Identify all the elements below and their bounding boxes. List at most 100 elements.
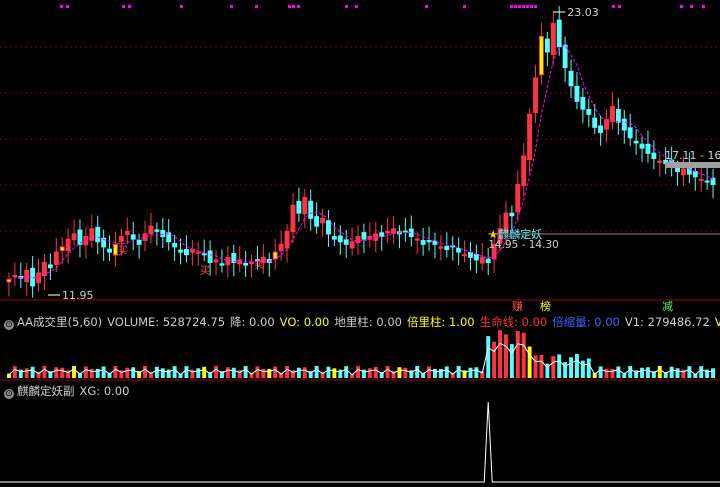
top-marker-dot — [345, 5, 348, 8]
volume-bar — [444, 366, 449, 378]
volume-bar — [569, 357, 573, 378]
candle-body — [627, 127, 633, 139]
volume-bar — [474, 367, 479, 378]
candle-body — [657, 160, 663, 163]
candle-body — [189, 249, 195, 253]
volume-bar — [628, 365, 633, 378]
volume-bar — [225, 367, 230, 378]
candle-body — [331, 236, 337, 240]
price-annotations: 23.0311.95★ 麒麟定妖14.95 - 14.3017.11 - 16赚榜… — [48, 6, 720, 313]
volume-bar — [586, 358, 591, 378]
top-marker-dot — [510, 5, 513, 8]
volume-bar — [669, 366, 674, 378]
volume-bar — [504, 334, 508, 378]
candle-body — [124, 230, 130, 235]
candlestick-series — [6, 6, 716, 298]
low-price-label: 11.95 — [62, 289, 94, 302]
candle-body — [278, 243, 284, 252]
candle-body — [509, 212, 515, 217]
volume-bar — [143, 365, 147, 378]
volume-bar — [486, 336, 491, 378]
right-price-label: 17.11 - 16 — [665, 149, 720, 162]
candle-body — [71, 233, 77, 241]
top-marker-dot — [612, 5, 615, 8]
candle-body — [592, 117, 598, 128]
signal-panel-header: ⊙ 麒麟定妖副 XG: 0.00 — [0, 383, 720, 399]
indicator-value: 倍里柱: 1.00 — [406, 315, 475, 329]
candle-body — [556, 19, 562, 48]
signal-tag: 榜 — [540, 299, 551, 313]
candle-body — [160, 229, 166, 238]
volume-bar — [72, 366, 76, 378]
right-price-bar — [665, 162, 720, 168]
volume-bar — [326, 366, 331, 378]
indicator-value: AA成交里(5,60) — [17, 315, 103, 329]
indicator-value: 降: 0.00 — [230, 315, 275, 329]
top-marker-dot — [425, 5, 428, 8]
candle-body — [438, 246, 444, 249]
candle-body — [521, 155, 527, 186]
volume-panel-header: ⊙ AA成交里(5,60) VOLUME: 528724.75 降: 0.00 VO: … — [0, 314, 720, 330]
candle-body — [420, 240, 426, 245]
candle-body — [479, 256, 485, 264]
volume-bar — [515, 330, 520, 378]
panel-settings-icon[interactable]: ⊙ — [4, 320, 14, 330]
volume-bar — [403, 367, 408, 378]
volume-bar — [356, 366, 360, 378]
indicator-value: 麒麟定妖副 — [17, 384, 75, 398]
volume-bar — [255, 366, 260, 378]
candle-body — [379, 232, 385, 238]
top-marker-dot — [128, 5, 131, 8]
volume-bar — [54, 367, 59, 378]
candle-body — [349, 241, 355, 249]
candle-body — [598, 125, 604, 134]
candle-body — [544, 38, 550, 53]
volume-bar — [557, 354, 562, 378]
volume-bar — [468, 367, 473, 378]
top-marker-dot — [534, 5, 537, 8]
top-marker-dot — [690, 5, 693, 8]
indicator-value: V1: 279486.72 — [624, 315, 710, 329]
volume-bar — [30, 366, 35, 378]
top-marker-dot — [355, 5, 358, 8]
top-marker-dot — [514, 5, 517, 8]
top-marker-dot — [255, 5, 258, 8]
candle-body — [136, 239, 142, 245]
candle-body — [473, 254, 479, 261]
panel-settings-icon[interactable]: ⊙ — [4, 389, 14, 399]
volume-bar — [273, 366, 278, 378]
candle-body — [574, 85, 580, 102]
volume-bar — [415, 366, 420, 378]
candle-body — [414, 238, 420, 241]
candle-body — [113, 243, 118, 256]
volume-bar — [24, 368, 29, 378]
candle-body — [621, 118, 627, 131]
candle-body — [65, 238, 71, 252]
volume-bar — [113, 366, 118, 378]
volume-bar — [243, 366, 248, 378]
top-marker-dot — [297, 5, 300, 8]
candle-body — [615, 108, 621, 123]
candle-body — [59, 246, 65, 252]
volume-bar — [60, 367, 65, 378]
candle-body — [302, 197, 308, 215]
volume-bar — [296, 367, 301, 378]
volume-bar — [575, 353, 579, 378]
top-marker-dot — [180, 5, 183, 8]
candle-body — [456, 247, 462, 253]
signal-range-label: 14.95 - 14.30 — [488, 239, 559, 251]
indicator-value: 生命线: 0.00 — [479, 315, 548, 329]
candle-body — [355, 236, 361, 244]
candle-body — [95, 226, 101, 243]
volume-bar — [657, 365, 662, 378]
volume-bar — [616, 366, 621, 378]
volume-bar — [687, 366, 692, 378]
top-marker-dot — [618, 5, 621, 8]
candle-body — [692, 171, 698, 178]
top-marker-dot — [288, 5, 291, 8]
candle-body — [568, 70, 574, 87]
volume-bar — [533, 355, 538, 378]
candle-body — [639, 143, 645, 149]
volume-bar — [184, 366, 189, 378]
volume-bar — [285, 365, 289, 378]
